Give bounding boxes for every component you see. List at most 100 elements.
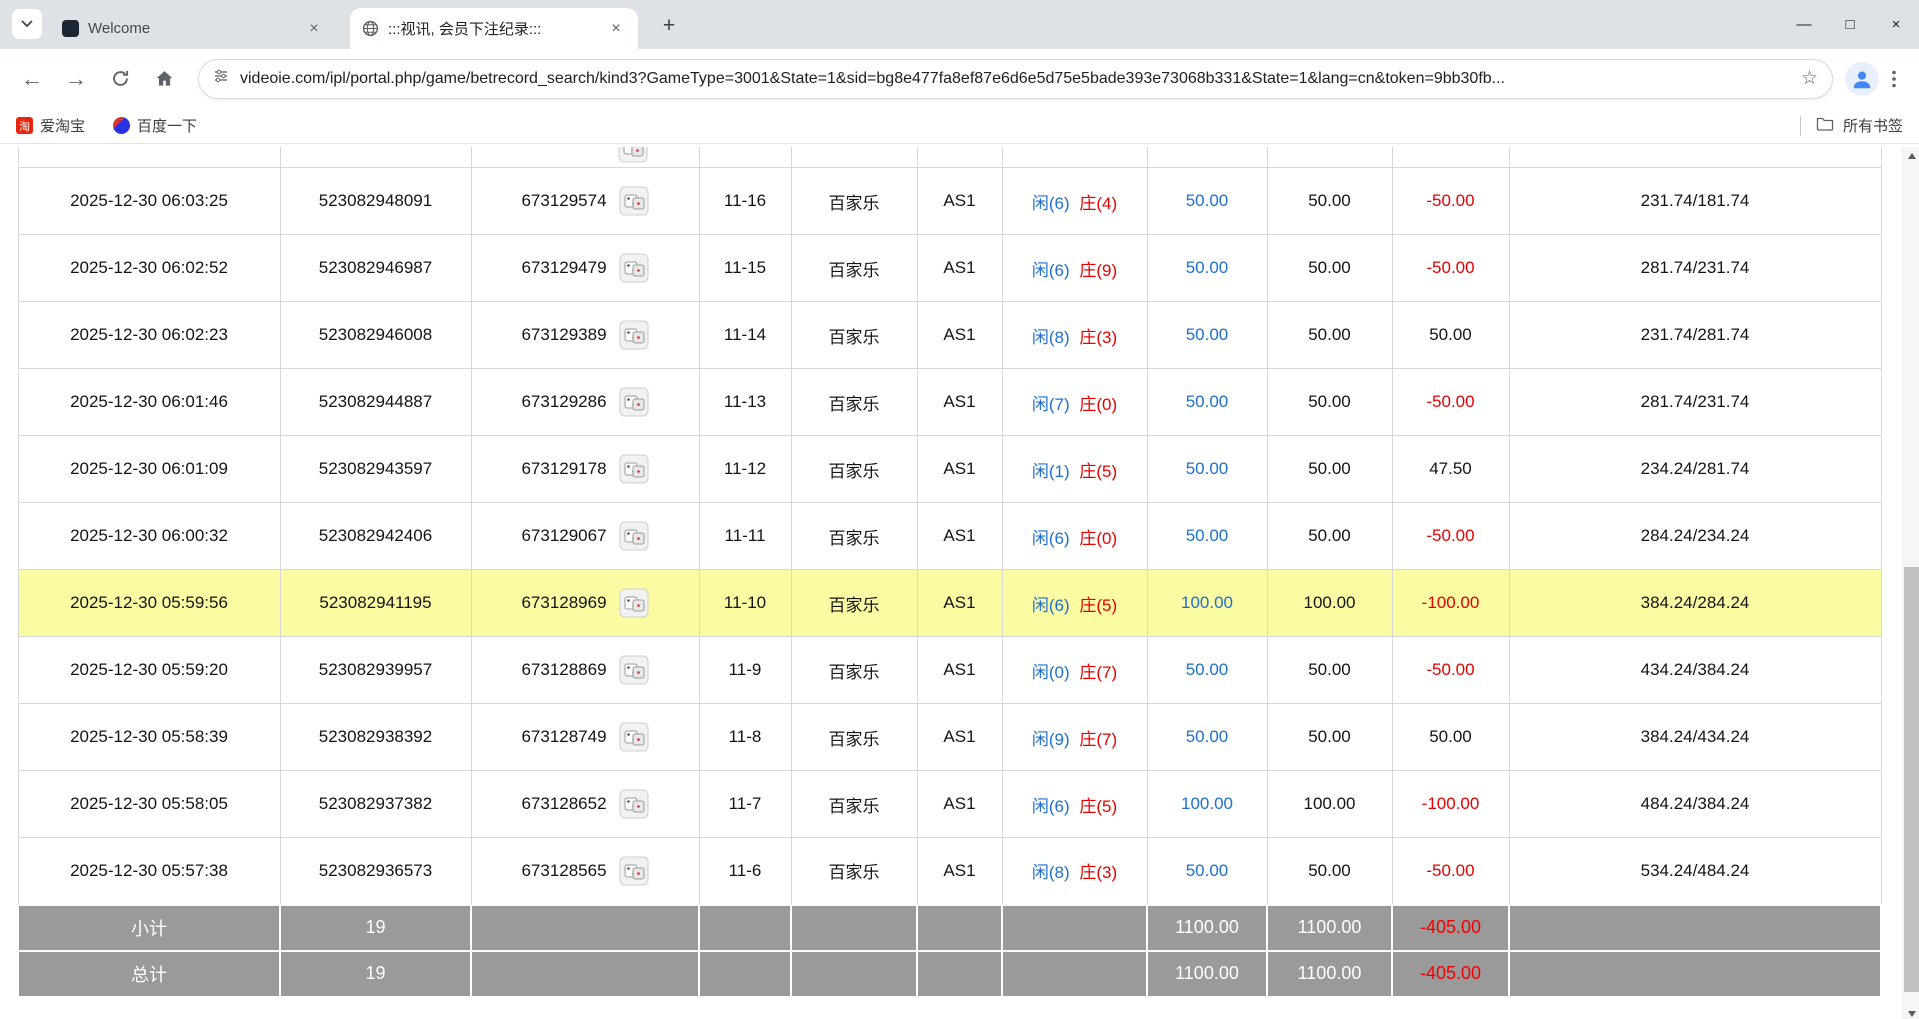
url-text[interactable]: videoie.com/ipl/portal.php/game/betrecor… [240,70,1790,88]
all-bookmarks[interactable]: 所有书签 [1800,115,1903,136]
table-number: AS1 [943,191,975,210]
folder-icon [1816,116,1834,135]
cell-bet-time: 2025-12-30 06:03:25 [18,168,280,235]
cell-valid-amount: 50.00 [1267,369,1392,436]
game-number: 673128565 [521,861,606,881]
bookmark-baidu[interactable]: 百度一下 [113,115,197,136]
profile-avatar[interactable] [1845,62,1879,96]
cell-result: 闲(0) 庄(7) [1002,637,1147,704]
home-button[interactable] [144,59,184,99]
dice-icon[interactable] [619,454,649,484]
valid-amount: 50.00 [1308,392,1351,411]
dice-icon[interactable] [619,521,649,551]
cell-round: 11-9 [699,637,791,704]
valid-amount: 50.00 [1308,325,1351,344]
tab-close-icon[interactable]: × [304,19,324,39]
dice-icon[interactable] [618,147,648,153]
dice-icon[interactable] [619,387,649,417]
cell-result: 闲(6) 庄(9) [1002,235,1147,302]
table-number: AS1 [943,325,975,344]
table-number: AS1 [943,794,975,813]
cell-win-loss: 47.50 [1392,436,1509,503]
total-bet-amount: 1100.00 [1147,951,1267,997]
round-number: 11-15 [724,258,766,277]
dice-icon[interactable] [619,789,649,819]
dice-icon[interactable] [619,655,649,685]
cell-game-type: 百家乐 [791,436,917,503]
site-info-icon[interactable] [213,68,229,89]
table-row: 2025-12-30 05:59:20 523082939957 6731288… [18,637,1881,704]
cell-bet-amount: 50.00 [1147,436,1267,503]
dice-icon[interactable] [619,320,649,350]
bet-time: 2025-12-30 06:02:23 [70,325,228,344]
cell-game-no: 673129067 [471,503,699,570]
tab-search-button[interactable] [12,9,42,39]
bet-time: 2025-12-30 05:58:05 [70,794,228,813]
new-tab-button[interactable]: + [654,11,684,41]
partial-row [18,147,1881,168]
dice-icon[interactable] [619,722,649,752]
table-number: AS1 [943,459,975,478]
cell-result: 闲(8) 庄(3) [1002,838,1147,905]
cell-win-loss: -50.00 [1392,637,1509,704]
cell-table-no: AS1 [917,369,1002,436]
balance: 231.74/181.74 [1641,191,1750,210]
dice-icon[interactable] [619,253,649,283]
banker-result: 庄(5) [1079,596,1117,615]
subtotal-count: 19 [280,905,471,951]
browser-navbar: ← → videoie.com/ipl/portal.php/game/betr… [0,49,1919,108]
cell-game-type: 百家乐 [791,235,917,302]
scroll-up-icon[interactable] [1903,147,1919,164]
round-number: 11-6 [729,861,762,880]
table-row: 2025-12-30 06:01:09 523082943597 6731291… [18,436,1881,503]
round-number: 11-7 [729,794,762,813]
maximize-button[interactable]: □ [1827,0,1873,49]
cell-game-no: 673129389 [471,302,699,369]
footer-empty-cell [917,951,1002,997]
cell-round: 11-10 [699,570,791,637]
dice-icon[interactable] [619,856,649,886]
bookmark-star-icon[interactable]: ☆ [1801,67,1818,90]
table-row: 2025-12-30 06:03:25 523082948091 6731295… [18,168,1881,235]
back-button[interactable]: ← [12,59,52,99]
banker-result: 庄(3) [1079,863,1117,882]
subtotal-valid-amount: 1100.00 [1267,905,1392,951]
subtotal-label: 小计 [18,905,280,951]
cell-result: 闲(8) 庄(3) [1002,302,1147,369]
welcome-favicon-icon [62,20,79,37]
cell-game-type: 百家乐 [791,503,917,570]
valid-amount: 50.00 [1308,459,1351,478]
table-row: 2025-12-30 06:02:52 523082946987 6731294… [18,235,1881,302]
round-number: 11-12 [724,459,766,478]
partial-cell [791,147,917,168]
window-close-button[interactable]: × [1873,0,1919,49]
scrollbar[interactable] [1902,147,1919,1019]
table-row: 2025-12-30 05:57:38 523082936573 6731285… [18,838,1881,905]
scroll-down-icon[interactable] [1903,1005,1919,1019]
table-row: 2025-12-30 05:58:39 523082938392 6731287… [18,704,1881,771]
bet-id: 523082942406 [319,526,432,545]
minimize-button[interactable]: — [1781,0,1827,49]
tab-bet-records[interactable]: :::视讯, 会员下注纪录::: × [350,8,638,49]
address-bar[interactable]: videoie.com/ipl/portal.php/game/betrecor… [198,59,1833,99]
banker-result: 庄(7) [1079,663,1117,682]
dice-icon[interactable] [619,588,649,618]
cell-valid-amount: 50.00 [1267,704,1392,771]
cell-bet-time: 2025-12-30 05:58:39 [18,704,280,771]
win-loss: -100.00 [1422,794,1480,813]
forward-button[interactable]: → [56,59,96,99]
table-row: 2025-12-30 06:00:32 523082942406 6731290… [18,503,1881,570]
scrollbar-thumb[interactable] [1904,567,1919,992]
dice-icon[interactable] [619,186,649,216]
game-number: 673128869 [521,660,606,680]
reload-button[interactable] [100,59,140,99]
game-type: 百家乐 [829,395,880,414]
tab-close-icon[interactable]: × [606,19,626,39]
cell-bet-time: 2025-12-30 06:00:32 [18,503,280,570]
cell-bet-id: 523082948091 [280,168,471,235]
menu-icon[interactable] [1879,59,1909,99]
bookmark-aitaobao[interactable]: 淘 爱淘宝 [16,115,85,136]
bookmarks-bar: 淘 爱淘宝 百度一下 所有书签 [0,108,1919,144]
cell-table-no: AS1 [917,771,1002,838]
tab-welcome[interactable]: Welcome × [50,8,336,49]
